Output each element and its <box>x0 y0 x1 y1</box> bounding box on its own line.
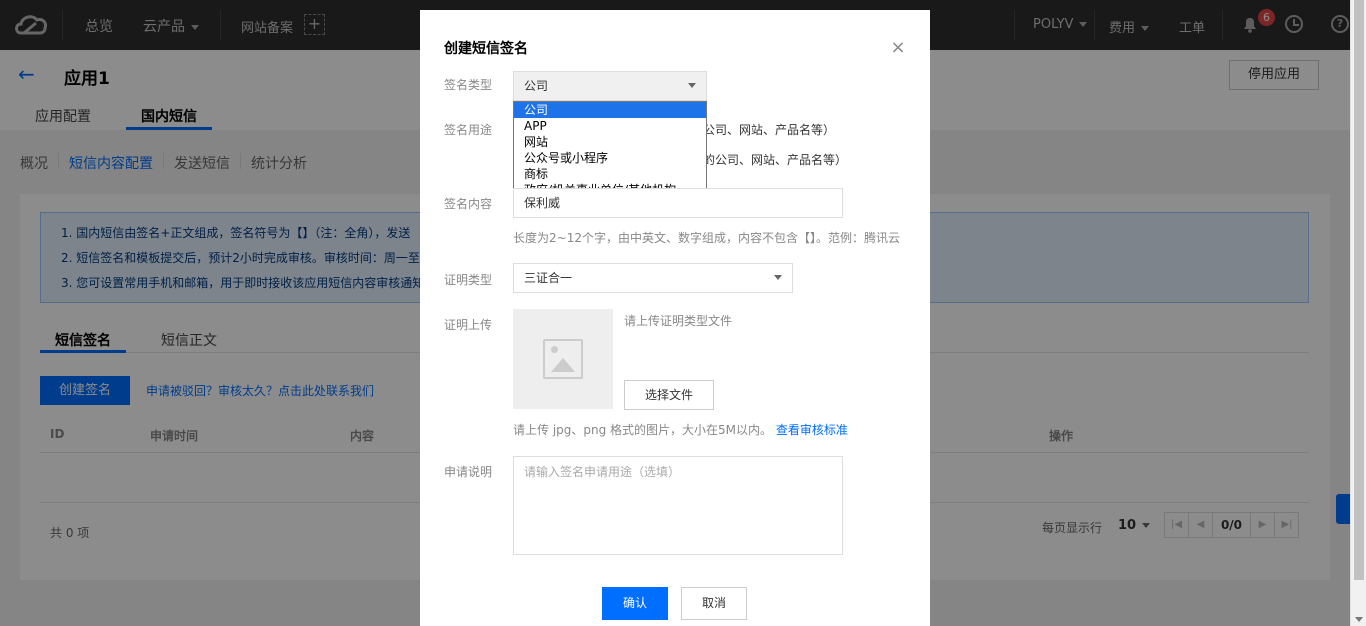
dropdown-option-app[interactable]: APP <box>514 118 706 134</box>
dropdown-option-website[interactable]: 网站 <box>514 134 706 150</box>
certificate-upload-label: 证明上传 <box>444 318 493 332</box>
application-description-label: 申请说明 <box>444 465 493 479</box>
scrollbar-thumb[interactable] <box>1354 0 1364 580</box>
certificate-type-label: 证明类型 <box>444 273 493 287</box>
signature-usage-label: 签名用途 <box>444 123 493 137</box>
chevron-down-icon <box>688 83 696 88</box>
signature-usage-option-self[interactable]: 公司、网站、产品名等） <box>703 121 835 138</box>
dropdown-option-official-account[interactable]: 公众号或小程序 <box>514 150 706 166</box>
scroll-down-arrow-icon[interactable] <box>1355 617 1363 622</box>
upload-hint: 请上传 jpg、png 格式的图片，大小在5M以内。 查看审核标准 <box>513 421 848 438</box>
signature-type-dropdown: 公司 APP 网站 公众号或小程序 商标 政府/机关事业单位/其他机构 <box>513 101 707 198</box>
signature-type-select[interactable]: 公司 <box>513 71 707 101</box>
upload-prompt: 请上传证明类型文件 <box>624 314 733 328</box>
page-scrollbar[interactable] <box>1350 0 1366 626</box>
signature-content-label: 签名内容 <box>444 197 493 211</box>
confirm-button[interactable]: 确认 <box>602 587 668 620</box>
dropdown-option-company[interactable]: 公司 <box>514 102 706 118</box>
image-placeholder-icon <box>543 339 583 379</box>
certificate-type-select[interactable]: 三证合一 <box>513 263 793 293</box>
signature-type-value: 公司 <box>524 79 549 93</box>
choose-file-button[interactable]: 选择文件 <box>624 380 714 410</box>
signature-content-input[interactable]: 保利威 <box>513 188 843 218</box>
create-signature-dialog: 创建短信签名 × 签名类型 公司 签名用途 公司、网站、产品名等） 的公司、网站… <box>420 10 930 626</box>
dropdown-option-trademark[interactable]: 商标 <box>514 166 706 182</box>
application-description-textarea[interactable]: 请输入签名申请用途（选填） <box>513 456 843 555</box>
upload-hint-text: 请上传 jpg、png 格式的图片，大小在5M以内。 <box>513 423 773 437</box>
close-icon[interactable]: × <box>890 39 906 57</box>
signature-type-label: 签名类型 <box>444 78 493 92</box>
audit-standard-link[interactable]: 查看审核标准 <box>776 423 848 437</box>
dialog-title: 创建短信签名 <box>444 41 528 57</box>
signature-content-hint: 长度为2~12个字，由中英文、数字组成，内容不包含【】。范例：腾讯云 <box>513 231 900 245</box>
signature-usage-option-other[interactable]: 的公司、网站、产品名等） <box>703 151 847 168</box>
certificate-type-value: 三证合一 <box>524 271 573 285</box>
chevron-down-icon <box>774 275 782 280</box>
cancel-button[interactable]: 取消 <box>681 587 747 620</box>
upload-preview[interactable] <box>513 309 613 409</box>
